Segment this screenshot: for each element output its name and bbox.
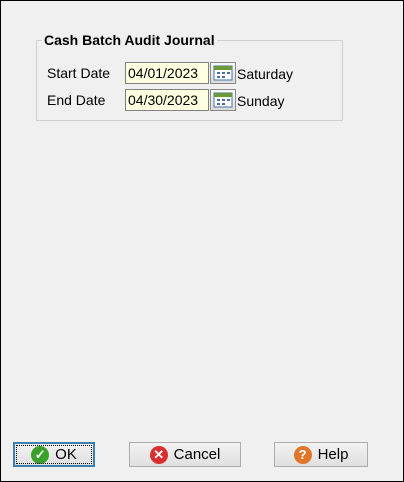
end-date-label: End Date [47,92,106,108]
calendar-icon [213,65,233,81]
help-button[interactable]: ? Help [274,442,368,467]
end-day-name: Sunday [237,93,285,109]
cancel-button-label: Cancel [173,446,221,463]
start-date-input[interactable] [125,62,209,84]
check-icon: ✓ [31,445,50,464]
start-date-label: Start Date [47,65,111,81]
cancel-button[interactable]: ✕ Cancel [129,442,241,467]
calendar-icon [213,92,233,108]
end-date-input[interactable] [125,89,209,111]
ok-button-label: OK [55,446,77,463]
groupbox-title: Cash Batch Audit Journal [42,32,217,48]
start-date-calendar-button[interactable] [210,62,236,84]
help-icon: ? [293,445,312,464]
help-button-label: Help [317,446,349,463]
start-day-name: Saturday [237,66,294,82]
close-icon: ✕ [149,445,168,464]
end-date-calendar-button[interactable] [210,89,236,111]
ok-button[interactable]: ✓ OK [13,442,95,467]
dialog-window: Cash Batch Audit Journal Start Date Satu… [0,0,404,482]
